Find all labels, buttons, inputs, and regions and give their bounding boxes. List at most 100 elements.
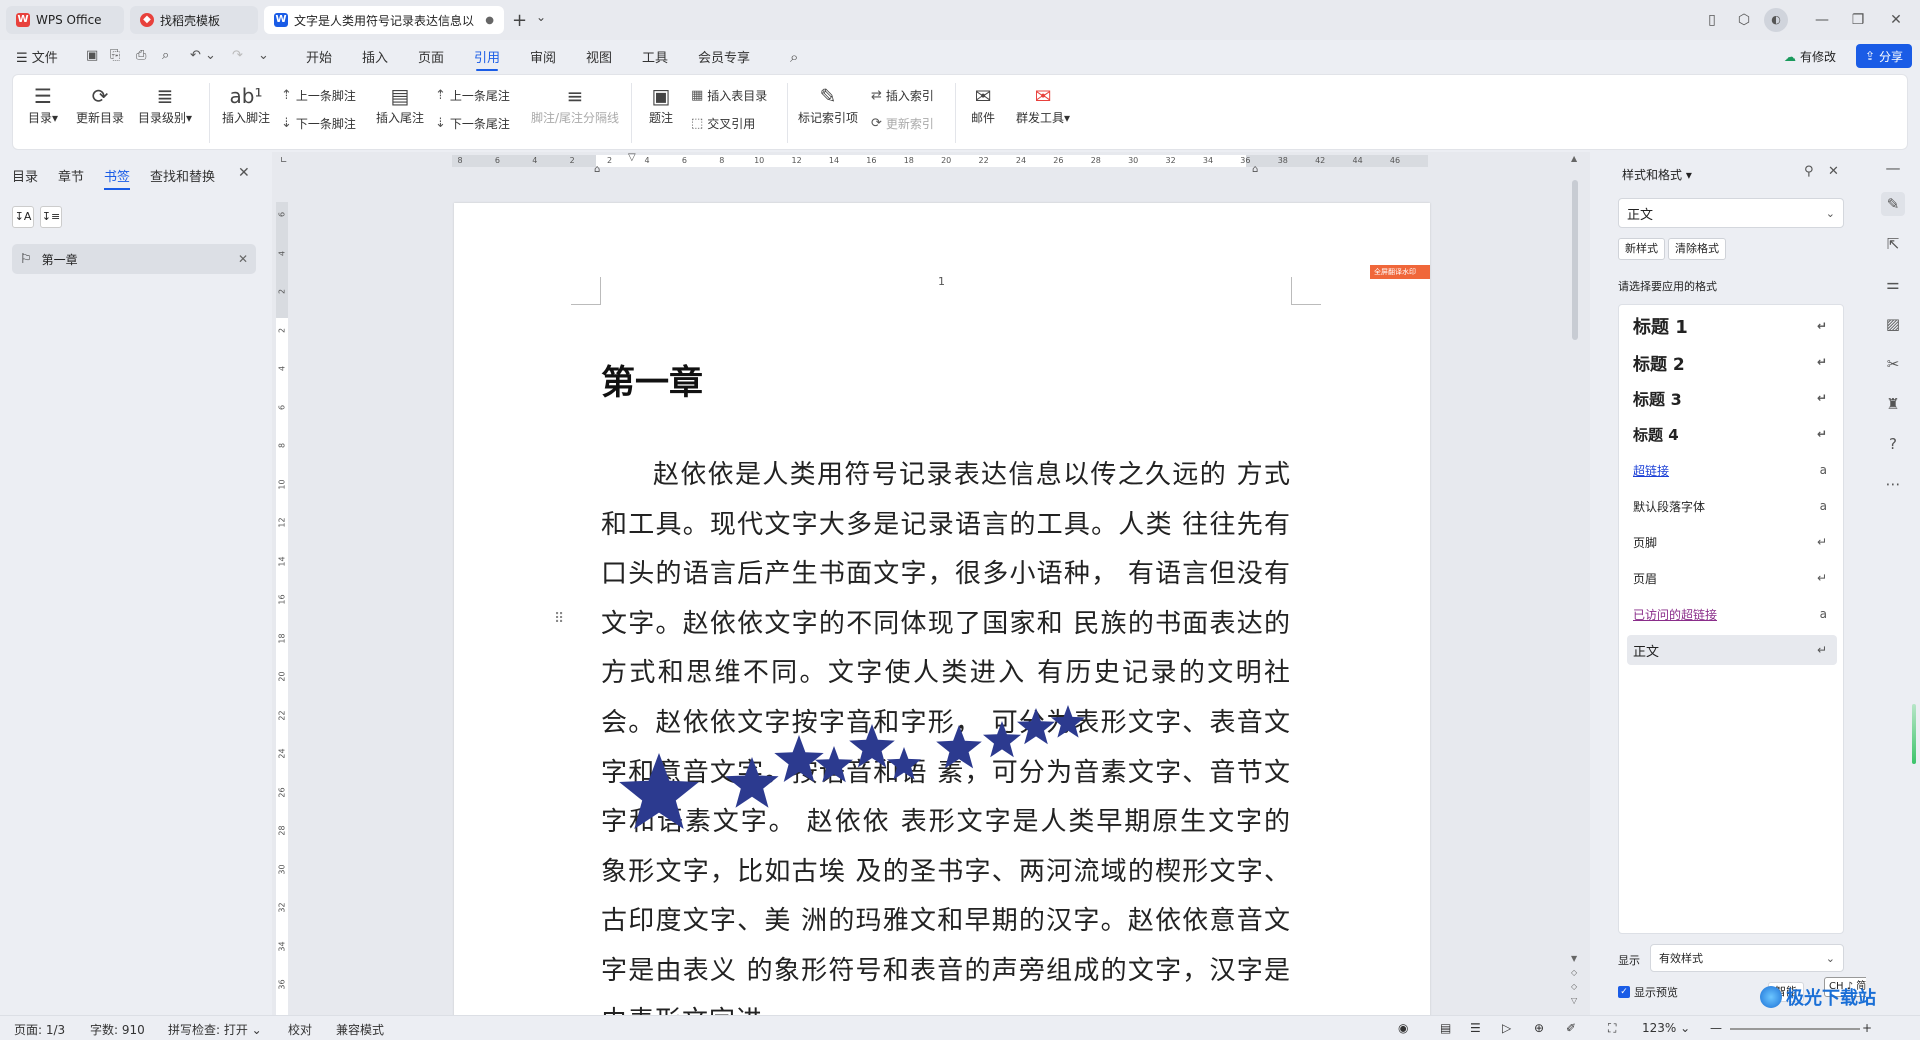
style-visited-hyperlink[interactable]: 已访问的超链接 a: [1627, 599, 1837, 629]
prev-endnote-button[interactable]: ⇡ 上一条尾注: [435, 87, 510, 104]
star-shapes[interactable]: [454, 203, 1430, 1015]
save-icon[interactable]: ▣: [86, 48, 98, 63]
shirt-icon[interactable]: ♜: [1881, 392, 1905, 416]
eye-protect-icon[interactable]: ◉: [1398, 1021, 1408, 1035]
quick-menu-chevron-icon[interactable]: ⌄: [258, 48, 269, 63]
more-icon[interactable]: ⋯: [1881, 472, 1905, 496]
menu-file[interactable]: ☰ 文件: [16, 47, 58, 66]
unsaved-dot-icon[interactable]: ●: [485, 15, 494, 26]
star-shape[interactable]: [774, 735, 824, 782]
tab-wps-office[interactable]: W WPS Office: [6, 6, 124, 34]
fit-page-icon[interactable]: ⛶: [1608, 1021, 1616, 1036]
tools-icon[interactable]: ✂: [1881, 352, 1905, 376]
adjust-icon[interactable]: ⚌: [1881, 272, 1905, 296]
tab-stop-selector-icon[interactable]: ∟: [280, 156, 288, 166]
style-default-font[interactable]: 默认段落字体 a: [1627, 491, 1837, 521]
show-filter-select[interactable]: 有效样式 ⌄: [1650, 944, 1844, 972]
nav-tab-toc[interactable]: 目录: [12, 166, 38, 185]
help-icon[interactable]: ?: [1881, 432, 1905, 456]
restore-icon[interactable]: ❐: [1846, 8, 1870, 32]
menu-insert[interactable]: 插入: [362, 47, 388, 66]
menu-home[interactable]: 开始: [306, 47, 332, 66]
menu-references[interactable]: 引用: [474, 47, 500, 71]
menu-page[interactable]: 页面: [418, 47, 444, 66]
nav-tab-chapters[interactable]: 章节: [58, 166, 84, 185]
cross-ref-button[interactable]: ⬚ 交叉引用: [691, 115, 755, 132]
next-footnote-button[interactable]: ⇣ 下一条脚注: [281, 115, 356, 132]
sort-az-icon[interactable]: ↧A: [12, 206, 34, 228]
menu-view[interactable]: 视图: [586, 47, 612, 66]
star-shape[interactable]: [983, 721, 1021, 758]
spell-check[interactable]: 拼写检查: 打开 ⌄: [168, 1021, 262, 1038]
star-shape[interactable]: [1050, 705, 1086, 738]
star-shape[interactable]: [619, 753, 699, 829]
zoom-in-icon[interactable]: +: [1862, 1021, 1872, 1035]
bookmark-item[interactable]: ⚐ 第一章 ✕: [12, 244, 256, 274]
preview-checkbox[interactable]: ✓ 显示预览: [1618, 984, 1678, 1000]
outline-view-icon[interactable]: ☰: [1470, 1021, 1481, 1035]
search-icon[interactable]: ⌕: [790, 48, 798, 66]
page-nav-icons[interactable]: ▼ ◇ ◇ ▽: [1571, 952, 1577, 1008]
web-view-icon[interactable]: ⊕: [1534, 1021, 1544, 1035]
word-count[interactable]: 字数: 910: [90, 1021, 145, 1038]
mass-tool-button[interactable]: ✉ 群发工具▾: [1011, 83, 1075, 126]
redo-icon[interactable]: ↷: [232, 48, 243, 63]
menu-review[interactable]: 审阅: [530, 47, 556, 66]
style-heading-1[interactable]: 标题 1 ↵: [1627, 311, 1837, 341]
print-icon[interactable]: ⎙: [136, 48, 146, 63]
update-toc-button[interactable]: ⟳ 更新目录: [73, 83, 127, 126]
insert-endnote-button[interactable]: ▤ 插入尾注: [373, 83, 427, 126]
style-footer[interactable]: 页脚 ↵: [1627, 527, 1837, 557]
style-normal[interactable]: 正文 ↵: [1627, 635, 1837, 665]
export-icon[interactable]: ⎘: [110, 48, 120, 63]
menu-tools[interactable]: 工具: [642, 47, 668, 66]
caption-button[interactable]: ▣ 题注: [641, 83, 681, 126]
nav-tab-find-replace[interactable]: 查找和替换: [150, 166, 215, 185]
share-button[interactable]: ⇪ 分享: [1856, 44, 1912, 68]
vertical-ruler[interactable]: 6422468101214161820222426283032343638: [276, 202, 288, 1015]
next-endnote-button[interactable]: ⇣ 下一条尾注: [435, 115, 510, 132]
style-hyperlink[interactable]: 超链接 a: [1627, 455, 1837, 485]
close-window-icon[interactable]: ✕: [1884, 8, 1908, 32]
minimize-icon[interactable]: —: [1810, 8, 1834, 32]
vertical-scrollbar[interactable]: ▲ ▼ ◇ ◇ ▽: [1568, 152, 1582, 1015]
picture-edit-icon[interactable]: ▨: [1881, 312, 1905, 336]
proof-button[interactable]: 校对: [288, 1021, 312, 1038]
scroll-thumb[interactable]: [1572, 180, 1578, 340]
clear-format-button[interactable]: 清除格式: [1668, 238, 1726, 260]
insert-footnote-button[interactable]: ab¹ 插入脚注: [219, 83, 273, 126]
undo-icon[interactable]: ↶ ⌄: [190, 48, 216, 63]
tab-list-chevron-icon[interactable]: ⌄: [536, 10, 546, 24]
update-index-button[interactable]: ⟳ 更新索引: [871, 115, 934, 132]
new-style-button[interactable]: 新样式: [1618, 238, 1665, 260]
mail-button[interactable]: ✉ 邮件: [965, 83, 1001, 126]
star-shape[interactable]: [815, 746, 853, 783]
zoom-level[interactable]: 123% ⌄: [1642, 1021, 1690, 1035]
left-indent-marker-icon[interactable]: ⌂: [594, 164, 600, 175]
star-shape[interactable]: [725, 757, 779, 808]
star-shape[interactable]: [1017, 708, 1055, 745]
page-view-icon[interactable]: ▤: [1440, 1021, 1451, 1035]
tab-document[interactable]: W 文字是人类用符号记录表达信息以 ●: [264, 6, 504, 34]
star-shape[interactable]: [849, 724, 895, 768]
style-pen-icon[interactable]: ✎: [1881, 192, 1905, 216]
footnote-separator-button[interactable]: ≡ 脚注/尾注分隔线: [527, 83, 623, 126]
toc-button[interactable]: ☰ 目录▾: [23, 83, 63, 126]
tab-template[interactable]: ◆ 找稻壳模板: [130, 6, 258, 34]
new-tab-icon[interactable]: +: [512, 10, 527, 31]
close-panel-icon[interactable]: ✕: [238, 165, 250, 181]
document-page[interactable]: 1 全屏翻译水印 第一章 ⠿ 赵依依是人类用符号记录表达信息以传之久远的 方式和…: [454, 203, 1430, 1015]
star-shape[interactable]: [936, 725, 982, 769]
collapse-icon[interactable]: —: [1881, 156, 1905, 180]
close-styles-icon[interactable]: ✕: [1828, 164, 1839, 179]
pen-mode-icon[interactable]: ✐: [1566, 1021, 1576, 1035]
play-icon[interactable]: ▷: [1502, 1021, 1511, 1035]
delete-bookmark-icon[interactable]: ✕: [238, 252, 248, 266]
layout-icon[interactable]: ▯: [1700, 8, 1724, 32]
style-heading-2[interactable]: 标题 2 ↵: [1627, 347, 1837, 377]
print-preview-icon[interactable]: ⌕: [162, 48, 169, 63]
style-header[interactable]: 页眉 ↵: [1627, 563, 1837, 593]
sort-position-icon[interactable]: ↧≡: [40, 206, 62, 228]
avatar[interactable]: ◐: [1764, 8, 1788, 32]
style-heading-4[interactable]: 标题 4 ↵: [1627, 419, 1837, 449]
